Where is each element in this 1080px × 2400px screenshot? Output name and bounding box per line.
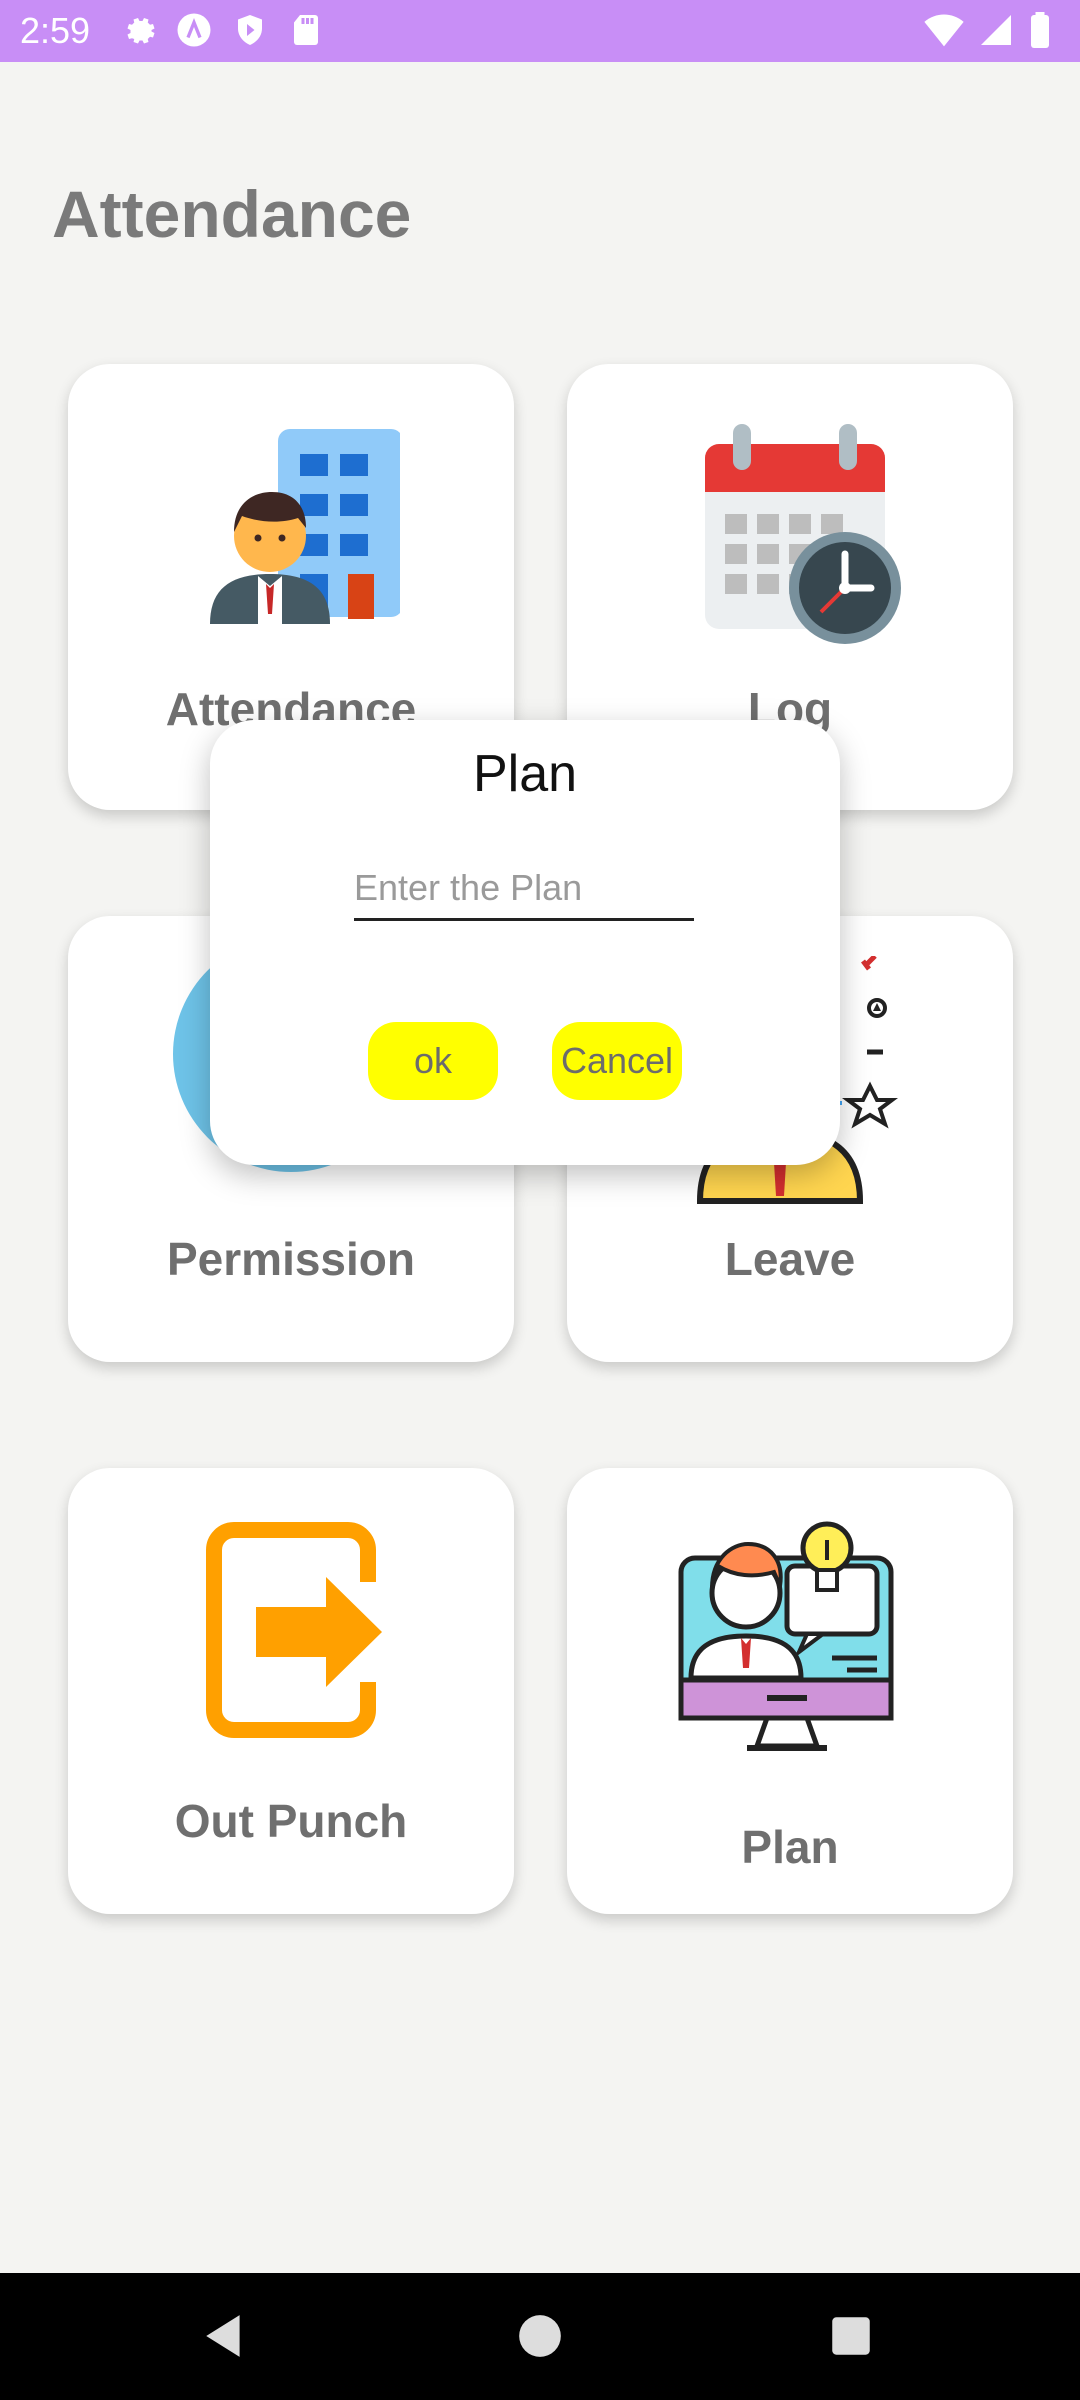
- app-a-icon: [177, 13, 211, 47]
- settings-gear-icon: [127, 18, 155, 44]
- ok-button[interactable]: ok: [368, 1022, 498, 1100]
- home-icon[interactable]: [515, 2311, 565, 2361]
- cancel-button[interactable]: Cancel: [552, 1022, 682, 1100]
- out-punch-card[interactable]: Out Punch: [68, 1468, 514, 1914]
- battery-icon: [1031, 12, 1049, 48]
- dialog-title: Plan: [472, 745, 578, 803]
- back-icon[interactable]: [200, 2311, 250, 2361]
- status-time: 2:59: [20, 10, 91, 51]
- signal-icon: [981, 15, 1011, 45]
- wifi-icon: [924, 14, 964, 47]
- plan-input[interactable]: Enter the Plan: [354, 858, 694, 921]
- navigation-bar: [0, 2273, 1080, 2400]
- out-punch-card-label: Out Punch: [174, 1795, 408, 1847]
- office-worker-icon: [210, 429, 400, 624]
- planning-person-icon: [678, 1521, 894, 1751]
- play-shield-icon: [238, 15, 262, 45]
- exit-arrow-icon: [206, 1522, 382, 1738]
- sd-card-icon: [294, 15, 318, 45]
- permission-card-label: Permission: [167, 1233, 415, 1285]
- status-bar: 2:59: [0, 0, 1080, 62]
- recents-icon[interactable]: [826, 2311, 876, 2361]
- calendar-clock-icon: [705, 424, 901, 644]
- page-title: Attendance: [52, 177, 412, 251]
- leave-card-label: Leave: [724, 1233, 856, 1285]
- plan-card[interactable]: Plan: [567, 1468, 1013, 1914]
- plan-dialog: Plan Enter the Plan ok Cancel: [210, 720, 840, 1165]
- plan-card-label: Plan: [741, 1821, 839, 1873]
